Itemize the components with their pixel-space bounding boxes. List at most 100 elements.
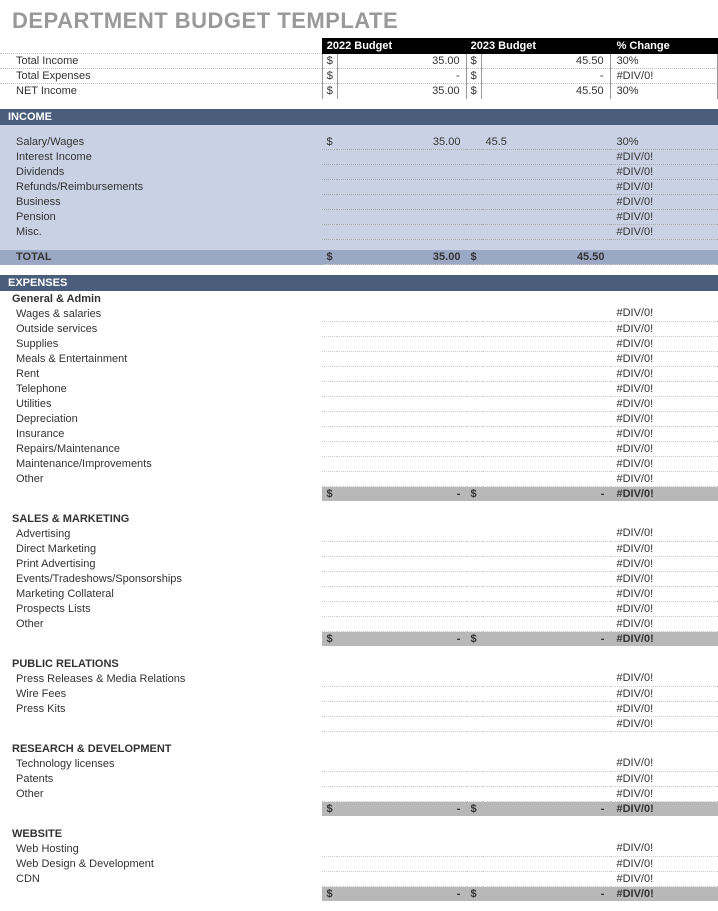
expense-v1[interactable] <box>337 841 466 856</box>
expense-v1[interactable] <box>337 756 466 771</box>
expense-v2[interactable] <box>482 456 611 471</box>
expense-v2[interactable] <box>482 306 611 321</box>
expense-v1[interactable] <box>337 686 466 701</box>
expense-label: Other <box>0 786 322 801</box>
expense-row: Prospects Lists#DIV/0! <box>0 601 718 616</box>
income-v2[interactable] <box>482 165 611 180</box>
expense-v1[interactable] <box>337 716 466 731</box>
income-v1[interactable] <box>337 210 466 225</box>
expense-label: Telephone <box>0 381 322 396</box>
expense-v1[interactable] <box>337 426 466 441</box>
expense-v1[interactable] <box>337 411 466 426</box>
expense-v2[interactable] <box>482 701 611 716</box>
income-v2[interactable] <box>482 150 611 165</box>
expense-v2[interactable] <box>482 441 611 456</box>
expense-v2[interactable] <box>482 571 611 586</box>
expense-v2[interactable] <box>482 841 611 856</box>
expense-v1[interactable] <box>337 586 466 601</box>
expense-v2[interactable] <box>482 396 611 411</box>
expense-v1[interactable] <box>337 336 466 351</box>
expense-label: Press Kits <box>0 701 322 716</box>
expense-v2[interactable] <box>482 771 611 786</box>
expense-v2[interactable] <box>482 786 611 801</box>
currency-symbol <box>466 180 481 195</box>
expense-change: #DIV/0! <box>610 556 718 571</box>
expense-v2[interactable] <box>482 366 611 381</box>
expense-category: General & Admin <box>0 291 718 306</box>
expense-v2[interactable] <box>482 556 611 571</box>
expense-v1[interactable] <box>337 871 466 886</box>
expense-v2[interactable] <box>482 756 611 771</box>
income-v2[interactable] <box>482 195 611 210</box>
expense-v1[interactable] <box>337 396 466 411</box>
expense-v1[interactable] <box>337 381 466 396</box>
header-y1: 2022 Budget <box>322 39 466 54</box>
expense-label: Rent <box>0 366 322 381</box>
income-v2[interactable] <box>482 225 611 240</box>
income-v2[interactable] <box>482 180 611 195</box>
expense-v1[interactable] <box>337 526 466 541</box>
expense-row: CDN#DIV/0! <box>0 871 718 886</box>
expense-v2[interactable] <box>482 686 611 701</box>
expense-change: #DIV/0! <box>610 366 718 381</box>
expense-v1[interactable] <box>337 571 466 586</box>
income-v1[interactable] <box>337 165 466 180</box>
income-v1[interactable] <box>337 225 466 240</box>
summary-change: 30% <box>610 54 717 69</box>
expense-v1[interactable] <box>337 366 466 381</box>
expense-v1[interactable] <box>337 556 466 571</box>
summary-v1[interactable]: - <box>337 69 466 84</box>
expense-change: #DIV/0! <box>610 321 718 336</box>
expense-v2[interactable] <box>482 871 611 886</box>
expense-v2[interactable] <box>482 426 611 441</box>
expense-v2[interactable] <box>482 586 611 601</box>
expense-change: #DIV/0! <box>610 471 718 486</box>
expense-v1[interactable] <box>337 471 466 486</box>
currency-symbol <box>322 225 337 240</box>
currency-symbol: $ <box>466 84 481 99</box>
expense-v1[interactable] <box>337 771 466 786</box>
expense-label: Wire Fees <box>0 686 322 701</box>
expense-v2[interactable] <box>482 526 611 541</box>
expense-v2[interactable] <box>482 541 611 556</box>
expense-v2[interactable] <box>482 381 611 396</box>
expense-v1[interactable] <box>337 786 466 801</box>
expense-v1[interactable] <box>337 671 466 686</box>
expense-v1[interactable] <box>337 306 466 321</box>
expense-v2[interactable] <box>482 716 611 731</box>
currency-symbol <box>322 150 337 165</box>
income-v1[interactable] <box>337 195 466 210</box>
expense-v2[interactable] <box>482 471 611 486</box>
expense-v2[interactable] <box>482 616 611 631</box>
expense-v1[interactable] <box>337 856 466 871</box>
income-v1[interactable] <box>337 150 466 165</box>
expense-v1[interactable] <box>337 601 466 616</box>
income-v1[interactable] <box>337 180 466 195</box>
income-v2[interactable]: 45.5 <box>482 135 611 150</box>
expense-v1[interactable] <box>337 701 466 716</box>
summary-v2[interactable]: - <box>481 69 610 84</box>
expense-label: Maintenance/Improvements <box>0 456 322 471</box>
expense-v2[interactable] <box>482 671 611 686</box>
summary-v2[interactable]: 45.50 <box>481 84 610 99</box>
expense-v1[interactable] <box>337 541 466 556</box>
summary-v2[interactable]: 45.50 <box>481 54 610 69</box>
expense-v2[interactable] <box>482 856 611 871</box>
expense-row: Wire Fees#DIV/0! <box>0 686 718 701</box>
expense-v1[interactable] <box>337 441 466 456</box>
income-v2[interactable] <box>482 210 611 225</box>
summary-v1[interactable]: 35.00 <box>337 54 466 69</box>
expense-v2[interactable] <box>482 601 611 616</box>
expense-v1[interactable] <box>337 616 466 631</box>
expense-v1[interactable] <box>337 351 466 366</box>
expense-v1[interactable] <box>337 456 466 471</box>
expense-category: SALES & MARKETING <box>0 511 718 526</box>
expense-row: Supplies#DIV/0! <box>0 336 718 351</box>
expense-v1[interactable] <box>337 321 466 336</box>
expense-v2[interactable] <box>482 411 611 426</box>
expense-v2[interactable] <box>482 336 611 351</box>
expense-v2[interactable] <box>482 351 611 366</box>
summary-v1[interactable]: 35.00 <box>337 84 466 99</box>
expense-v2[interactable] <box>482 321 611 336</box>
income-v1[interactable]: 35.00 <box>337 135 466 150</box>
